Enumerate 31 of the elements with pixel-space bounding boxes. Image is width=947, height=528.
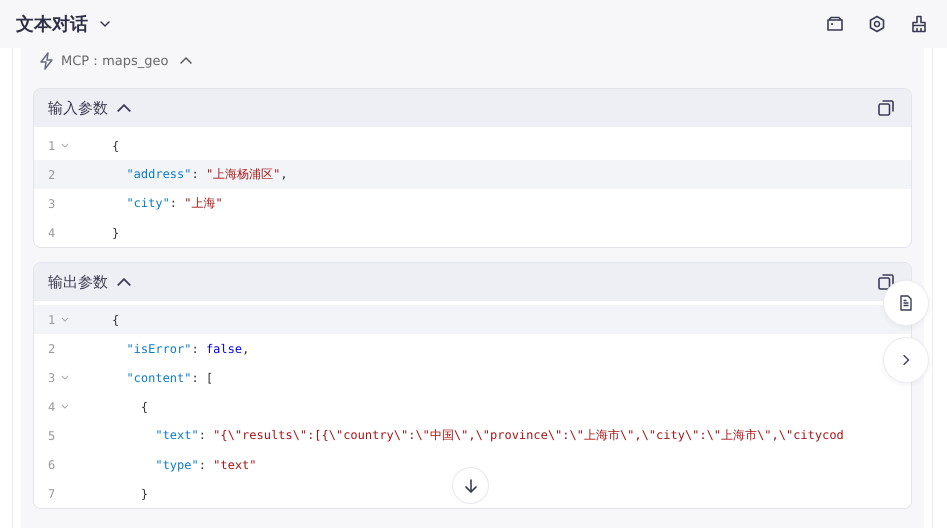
copy-icon[interactable] xyxy=(876,272,896,292)
folder-icon[interactable] xyxy=(825,14,845,34)
code-line: { xyxy=(140,400,148,414)
code-line: { xyxy=(112,138,120,152)
code-line: } xyxy=(140,486,148,500)
page-title: 文本对话 xyxy=(16,13,88,36)
line-number: 6 xyxy=(48,458,56,472)
line-number: 3 xyxy=(48,196,56,210)
line-number: 5 xyxy=(48,428,56,442)
code-line: } xyxy=(112,226,120,240)
code-line: "type": "text" xyxy=(154,458,257,472)
code-line: { xyxy=(112,312,120,326)
copy-icon[interactable] xyxy=(876,98,896,118)
code-line: "text": "{\"results\":[{\"country\":\"中国\",\"province\":\"上海市\",\"city\":\"上海市\",\"citycod xyxy=(154,427,844,444)
settings-icon[interactable] xyxy=(867,14,887,34)
code-line: "city": "上海" xyxy=(125,195,223,212)
code-line: "isError": false, xyxy=(125,342,250,356)
line-number: 4 xyxy=(48,400,56,414)
code-line: "address": "上海杨浦区", xyxy=(125,166,288,183)
line-number: 1 xyxy=(48,138,56,152)
line-number: 2 xyxy=(48,168,56,182)
code-line: "content": [ xyxy=(125,370,214,384)
section-title: 输出参数 xyxy=(48,272,108,292)
line-number: 2 xyxy=(48,342,56,356)
line-number: 3 xyxy=(48,370,56,384)
tool-name: MCP：maps_geo xyxy=(61,53,168,70)
line-number: 1 xyxy=(48,312,56,326)
line-number: 7 xyxy=(48,486,56,500)
broom-icon[interactable] xyxy=(909,14,929,34)
section-title: 输入参数 xyxy=(48,98,108,118)
line-number: 4 xyxy=(48,226,56,240)
